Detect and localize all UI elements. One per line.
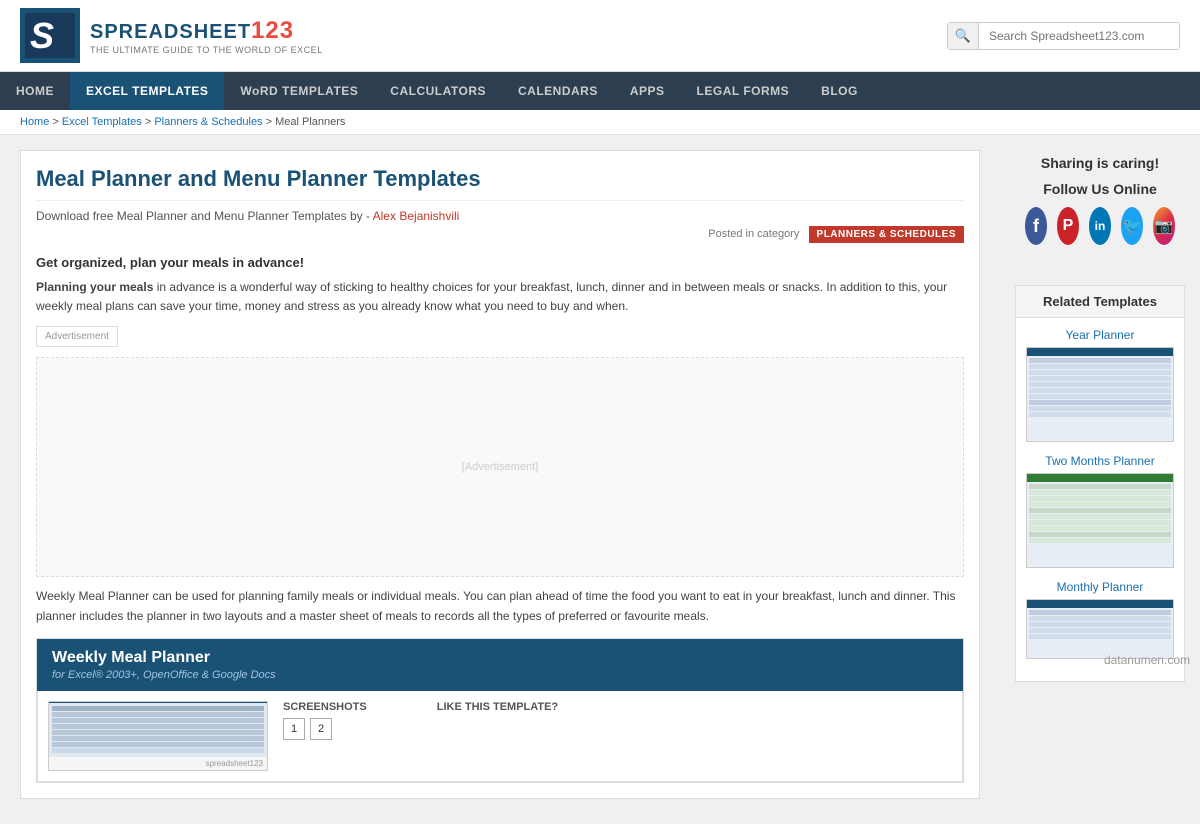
- second-paragraph: Weekly Meal Planner can be used for plan…: [36, 587, 964, 625]
- page-title: Meal Planner and Menu Planner Templates: [36, 166, 964, 201]
- nav-calendars[interactable]: CALENDARS: [502, 72, 614, 110]
- category-bar: Posted in category PLANNERS & SCHEDULES: [36, 223, 964, 245]
- related-year-planner: Year Planner: [1026, 328, 1174, 442]
- breadcrumb-home[interactable]: Home: [20, 116, 49, 128]
- site-title: SPREADSHEET123: [90, 17, 323, 45]
- logo-icon: S: [20, 8, 80, 63]
- year-planner-thumb: [1026, 347, 1174, 442]
- logo-text: SPREADSHEET123 THE ULTIMATE GUIDE TO THE…: [90, 17, 323, 55]
- related-templates: Related Templates Year Planner: [1015, 285, 1185, 682]
- article-body-bold: Planning your meals: [36, 280, 153, 294]
- template-card-body: spreadsheet123 SCREENSHOTS 1 2: [37, 691, 963, 782]
- twitter-icon[interactable]: 🐦: [1121, 207, 1143, 245]
- logo-area: S SPREADSHEET123 THE ULTIMATE GUIDE TO T…: [20, 8, 323, 63]
- two-months-planner-thumb: [1026, 473, 1174, 568]
- sharing-title: Sharing is caring!: [1025, 155, 1175, 171]
- site-tagline: THE ULTIMATE GUIDE TO THE WORLD OF EXCEL: [90, 45, 323, 55]
- breadcrumb-current: Meal Planners: [275, 116, 345, 128]
- two-months-planner-link[interactable]: Two Months Planner: [1026, 454, 1174, 468]
- template-thumbnail: spreadsheet123: [48, 701, 268, 771]
- template-title: Weekly Meal Planner: [52, 649, 948, 667]
- breadcrumb-excel-templates[interactable]: Excel Templates: [62, 116, 142, 128]
- monthly-planner-thumb: [1026, 599, 1174, 659]
- like-label: LIKE THIS TEMPLATE?: [437, 701, 558, 713]
- category-badge[interactable]: PLANNERS & SCHEDULES: [809, 226, 964, 243]
- nav-word-templates[interactable]: WoRD TEMPLATES: [224, 72, 374, 110]
- instagram-icon[interactable]: 📷: [1153, 207, 1175, 245]
- site-header: S SPREADSHEET123 THE ULTIMATE GUIDE TO T…: [0, 0, 1200, 72]
- advertisement-label: Advertisement: [36, 326, 118, 347]
- search-icon: 🔍: [948, 23, 979, 49]
- breadcrumb-planners[interactable]: Planners & Schedules: [154, 116, 262, 128]
- nav-calculators[interactable]: CALCULATORS: [374, 72, 502, 110]
- article-subtitle: Download free Meal Planner and Menu Plan…: [36, 209, 964, 223]
- screenshot-2[interactable]: 2: [310, 718, 332, 740]
- nav-legal-forms[interactable]: LEGAL FORMS: [681, 72, 806, 110]
- nav-blog[interactable]: BLOG: [805, 72, 874, 110]
- sidebar: Sharing is caring! Follow Us Online f P …: [1000, 135, 1200, 824]
- screenshot-1[interactable]: 1: [283, 718, 305, 740]
- social-icons: f P in 🐦 📷: [1025, 207, 1175, 245]
- main-content: Meal Planner and Menu Planner Templates …: [0, 135, 1000, 824]
- search-box[interactable]: 🔍: [947, 22, 1180, 50]
- watermark: datanumen.com: [1104, 653, 1190, 667]
- main-nav: HOME EXCEL TEMPLATES WoRD TEMPLATES CALC…: [0, 72, 1200, 110]
- article-body-text: in advance is a wonderful way of stickin…: [36, 280, 947, 313]
- nav-apps[interactable]: APPS: [614, 72, 681, 110]
- screenshots-label: SCREENSHOTS: [283, 701, 367, 713]
- template-card-header: Weekly Meal Planner for Excel® 2003+, Op…: [37, 639, 963, 691]
- search-input[interactable]: [979, 24, 1179, 48]
- related-title: Related Templates: [1016, 286, 1184, 318]
- article-body: Planning your meals in advance is a wond…: [36, 278, 964, 316]
- template-card-right: SCREENSHOTS 1 2 LIKE THIS TEMPLATE?: [283, 701, 558, 771]
- svg-text:S: S: [30, 15, 54, 56]
- follow-title: Follow Us Online: [1025, 181, 1175, 197]
- linkedin-icon[interactable]: in: [1089, 207, 1111, 245]
- author-link[interactable]: Alex Bejanishvili: [373, 209, 460, 223]
- year-planner-link[interactable]: Year Planner: [1026, 328, 1174, 342]
- article-intro: Get organized, plan your meals in advanc…: [36, 255, 964, 270]
- facebook-icon[interactable]: f: [1025, 207, 1047, 245]
- monthly-planner-link[interactable]: Monthly Planner: [1026, 580, 1174, 594]
- pinterest-icon[interactable]: P: [1057, 207, 1079, 245]
- article-box: Meal Planner and Menu Planner Templates …: [20, 150, 980, 799]
- related-monthly-planner: Monthly Planner: [1026, 580, 1174, 659]
- breadcrumb: Home > Excel Templates > Planners & Sche…: [0, 110, 1200, 135]
- screenshot-numbers: 1 2: [283, 718, 367, 740]
- nav-home[interactable]: HOME: [0, 72, 70, 110]
- advertisement-space: [Advertisement]: [36, 357, 964, 577]
- nav-excel-templates[interactable]: EXCEL TEMPLATES: [70, 72, 224, 110]
- related-two-months-planner: Two Months Planner: [1026, 454, 1174, 568]
- sharing-section: Sharing is caring! Follow Us Online f P …: [1015, 145, 1185, 270]
- template-card: Weekly Meal Planner for Excel® 2003+, Op…: [36, 638, 964, 783]
- main-layout: Meal Planner and Menu Planner Templates …: [0, 135, 1200, 824]
